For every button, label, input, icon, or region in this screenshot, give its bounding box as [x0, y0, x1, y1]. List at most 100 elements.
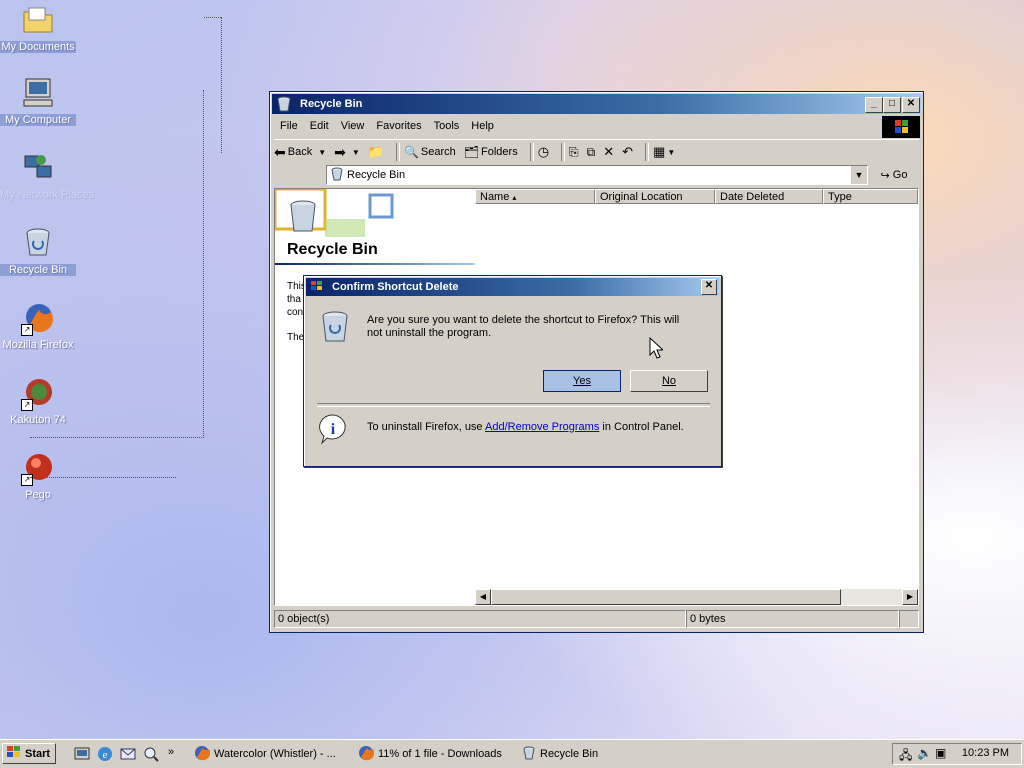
quicklaunch-chevron-icon[interactable]: »	[168, 746, 174, 758]
internet-explorer-icon[interactable]: e	[96, 745, 114, 763]
scroll-right-button[interactable]: ▶	[902, 589, 918, 605]
window-title: Recycle Bin	[300, 98, 363, 110]
toolbar-separator	[395, 143, 400, 161]
show-desktop-icon[interactable]	[73, 745, 91, 763]
desktop-icon-recycle-bin[interactable]: Recycle Bin	[0, 227, 76, 276]
go-button[interactable]: ↪ Go	[871, 165, 917, 185]
up-folder-button[interactable]: 📁	[368, 144, 384, 160]
move-to-button[interactable]: ⎘	[569, 145, 579, 160]
recycle-bin-icon	[276, 96, 292, 112]
undo-button[interactable]: ↶	[622, 144, 633, 160]
history-button[interactable]: ◷	[538, 144, 549, 160]
horizontal-scrollbar[interactable]: ◀ ▶	[475, 589, 918, 605]
scroll-thumb[interactable]	[491, 589, 841, 605]
desktop-icon-firefox[interactable]: ↗ Mozilla Firefox	[0, 302, 76, 351]
windows-flag-icon	[6, 745, 22, 762]
tray-volume-icon[interactable]: 🔈	[917, 746, 932, 760]
tray-network-icon[interactable]: 🖧	[899, 746, 912, 767]
pane-title: Recycle Bin	[287, 241, 378, 258]
search-icon[interactable]	[142, 745, 160, 763]
dialog-title: Confirm Shortcut Delete	[332, 281, 459, 293]
back-button[interactable]: ⬅ Back ▼	[274, 144, 326, 161]
desktop-icon-my-documents[interactable]: My Documents	[0, 4, 76, 53]
info-icon: i	[318, 413, 348, 448]
column-headers: Name ▴ Original Location Date Deleted Ty…	[475, 189, 918, 206]
address-bar: Recycle Bin ▼ ↪ Go	[274, 164, 919, 186]
start-button[interactable]: Start	[2, 743, 56, 764]
recycle-bin-icon	[522, 746, 536, 763]
shortcut-arrow-icon: ↗	[21, 324, 33, 336]
delete-button[interactable]: ✕	[603, 144, 614, 160]
folder-icon	[21, 4, 55, 38]
add-remove-programs-link[interactable]: Add/Remove Programs	[485, 421, 599, 433]
menu-edit[interactable]: Edit	[310, 120, 329, 132]
menu-view[interactable]: View	[341, 120, 365, 132]
network-icon	[21, 152, 55, 186]
desktop-icon-kakuton[interactable]: ↗ Kakuton 74	[0, 377, 76, 426]
taskbar: Start e » Watercolor (Whistler) - ... 11…	[0, 739, 1024, 768]
mouse-cursor-icon	[649, 336, 665, 362]
maximize-button[interactable]: □	[883, 97, 901, 113]
taskbar-item-recycle-bin[interactable]: Recycle Bin	[518, 743, 678, 765]
menu-file[interactable]: File	[280, 120, 298, 132]
desktop-icon-network[interactable]: My Network Places	[0, 152, 94, 201]
toolbar-separator	[561, 143, 566, 161]
app-icon: ↗	[21, 377, 55, 411]
up-folder-icon: 📁	[367, 144, 384, 159]
toolbar-separator	[645, 143, 650, 161]
recycle-bin-banner-icon	[275, 189, 394, 237]
clock: 10:23 PM	[961, 747, 1009, 759]
outlook-express-icon[interactable]	[119, 745, 137, 763]
selection-line	[30, 437, 204, 438]
pane-title-underline	[275, 263, 475, 265]
resize-grip-icon[interactable]	[899, 610, 919, 628]
address-field[interactable]: Recycle Bin ▼	[326, 165, 868, 185]
taskbar-item-watercolor[interactable]: Watercolor (Whistler) - ...	[190, 743, 350, 765]
views-icon: ▦	[653, 144, 666, 159]
column-header-date-deleted[interactable]: Date Deleted	[715, 189, 823, 204]
address-label	[274, 164, 322, 186]
search-button[interactable]: 🔍 Search	[404, 145, 456, 159]
menu-bar: File Edit View Favorites Tools Help	[274, 116, 919, 136]
desktop-icon-my-computer[interactable]: My Computer	[0, 77, 76, 126]
column-header-name[interactable]: Name ▴	[475, 189, 595, 204]
folders-button[interactable]: 🗂 Folders	[464, 145, 518, 159]
chevron-down-icon: ▼	[318, 147, 327, 157]
taskbar-item-downloads[interactable]: 11% of 1 file - Downloads	[354, 743, 516, 765]
folders-icon: 🗂	[463, 145, 480, 159]
dialog-info-text: To uninstall Firefox, use Add/Remove Pro…	[367, 421, 684, 433]
history-icon: ◷	[537, 144, 550, 159]
dialog-close-button[interactable]: ✕	[701, 279, 717, 295]
dialog-titlebar[interactable]: Confirm Shortcut Delete	[306, 278, 719, 296]
selection-line	[221, 17, 222, 153]
menu-favorites[interactable]: Favorites	[376, 120, 421, 132]
menu-help[interactable]: Help	[471, 120, 494, 132]
views-button[interactable]: ▦ ▼	[653, 144, 675, 160]
window-titlebar[interactable]: Recycle Bin	[272, 94, 921, 114]
status-size: 0 bytes	[686, 610, 899, 628]
scroll-left-button[interactable]: ◀	[475, 589, 491, 605]
address-dropdown-button[interactable]: ▼	[851, 166, 867, 184]
no-button[interactable]: No	[630, 370, 708, 392]
copy-to-button[interactable]: ⧉	[587, 145, 596, 160]
firefox-icon	[194, 745, 211, 764]
tray-monitor-icon[interactable]: ▣	[935, 746, 946, 760]
dialog-message: Are you sure you want to delete the shor…	[367, 314, 680, 339]
status-objects: 0 object(s)	[274, 610, 686, 628]
menu-tools[interactable]: Tools	[434, 120, 460, 132]
delete-icon: ✕	[603, 144, 615, 159]
selection-line	[204, 17, 221, 18]
minimize-button[interactable]: _	[865, 97, 883, 113]
column-header-original-location[interactable]: Original Location	[595, 189, 715, 204]
undo-icon: ↶	[622, 144, 634, 159]
forward-button[interactable]: ➡ ▼	[334, 144, 360, 161]
selection-line	[30, 477, 176, 478]
forward-arrow-icon: ➡	[334, 143, 346, 160]
close-button[interactable]: ✕	[902, 97, 920, 113]
copy-to-icon: ⧉	[586, 144, 596, 159]
recycle-bin-icon	[330, 167, 344, 184]
yes-button[interactable]: Yes	[543, 370, 621, 392]
svg-text:i: i	[331, 421, 336, 438]
shortcut-arrow-icon: ↗	[21, 399, 33, 411]
column-header-type[interactable]: Type	[823, 189, 918, 204]
